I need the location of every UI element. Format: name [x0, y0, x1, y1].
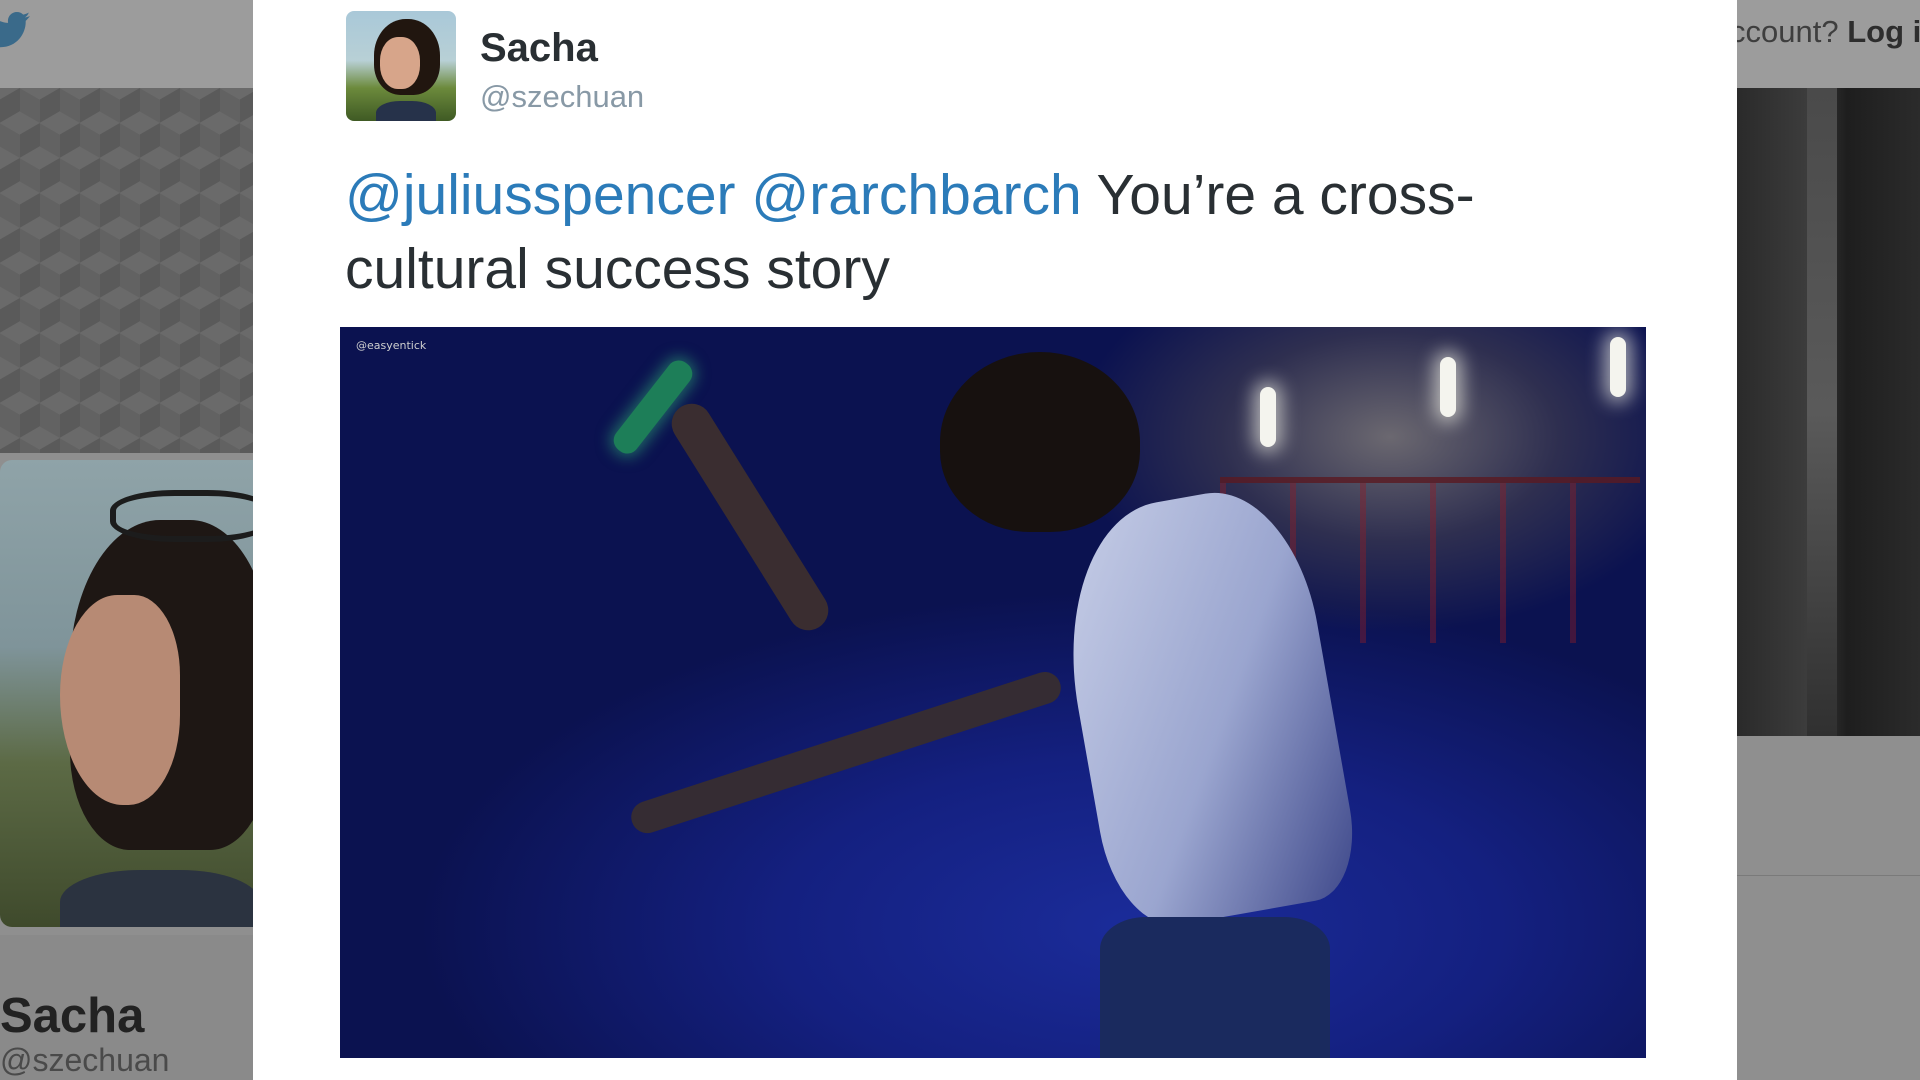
tweet-text: @juliusspencer @rarchbarch You’re a cros…: [345, 158, 1545, 306]
mention-link[interactable]: @juliusspencer: [345, 163, 736, 227]
background-right-panel: [1737, 736, 1920, 1080]
login-prompt: ccount? Log in: [1730, 14, 1920, 50]
performer-extended-arm: [627, 667, 1065, 838]
mention-link[interactable]: @rarchbarch: [751, 163, 1081, 227]
background-profile-name: Sacha: [0, 989, 145, 1043]
background-right-photo: [1737, 88, 1920, 736]
performer-jeans: [1100, 917, 1330, 1058]
stage-light: [1440, 357, 1456, 417]
login-prompt-text: ccount?: [1730, 14, 1839, 49]
performer-raised-arm: [664, 396, 836, 638]
tweet-overlay-screen: ccount? Log in Sacha @szechuan Sacha @sz…: [0, 0, 1920, 1080]
twitter-bird-icon[interactable]: [0, 10, 46, 50]
background-header-pattern: [0, 88, 253, 453]
tweet-media-gif[interactable]: @easyentick: [340, 327, 1646, 1058]
background-divider: [1737, 875, 1920, 876]
login-link[interactable]: Log in: [1847, 14, 1920, 49]
author-handle[interactable]: @szechuan: [480, 79, 644, 115]
tweet-modal: Sacha @szechuan @juliusspencer @rarchbar…: [253, 0, 1737, 1080]
stage-light: [1610, 337, 1626, 397]
background-profile-avatar: [0, 460, 253, 927]
performer-head: [940, 352, 1140, 532]
media-watermark: @easyentick: [356, 339, 427, 352]
author-avatar[interactable]: [346, 11, 456, 121]
author-name[interactable]: Sacha: [480, 26, 598, 71]
background-profile-handle: @szechuan: [0, 1042, 170, 1078]
stage-light: [1260, 387, 1276, 447]
